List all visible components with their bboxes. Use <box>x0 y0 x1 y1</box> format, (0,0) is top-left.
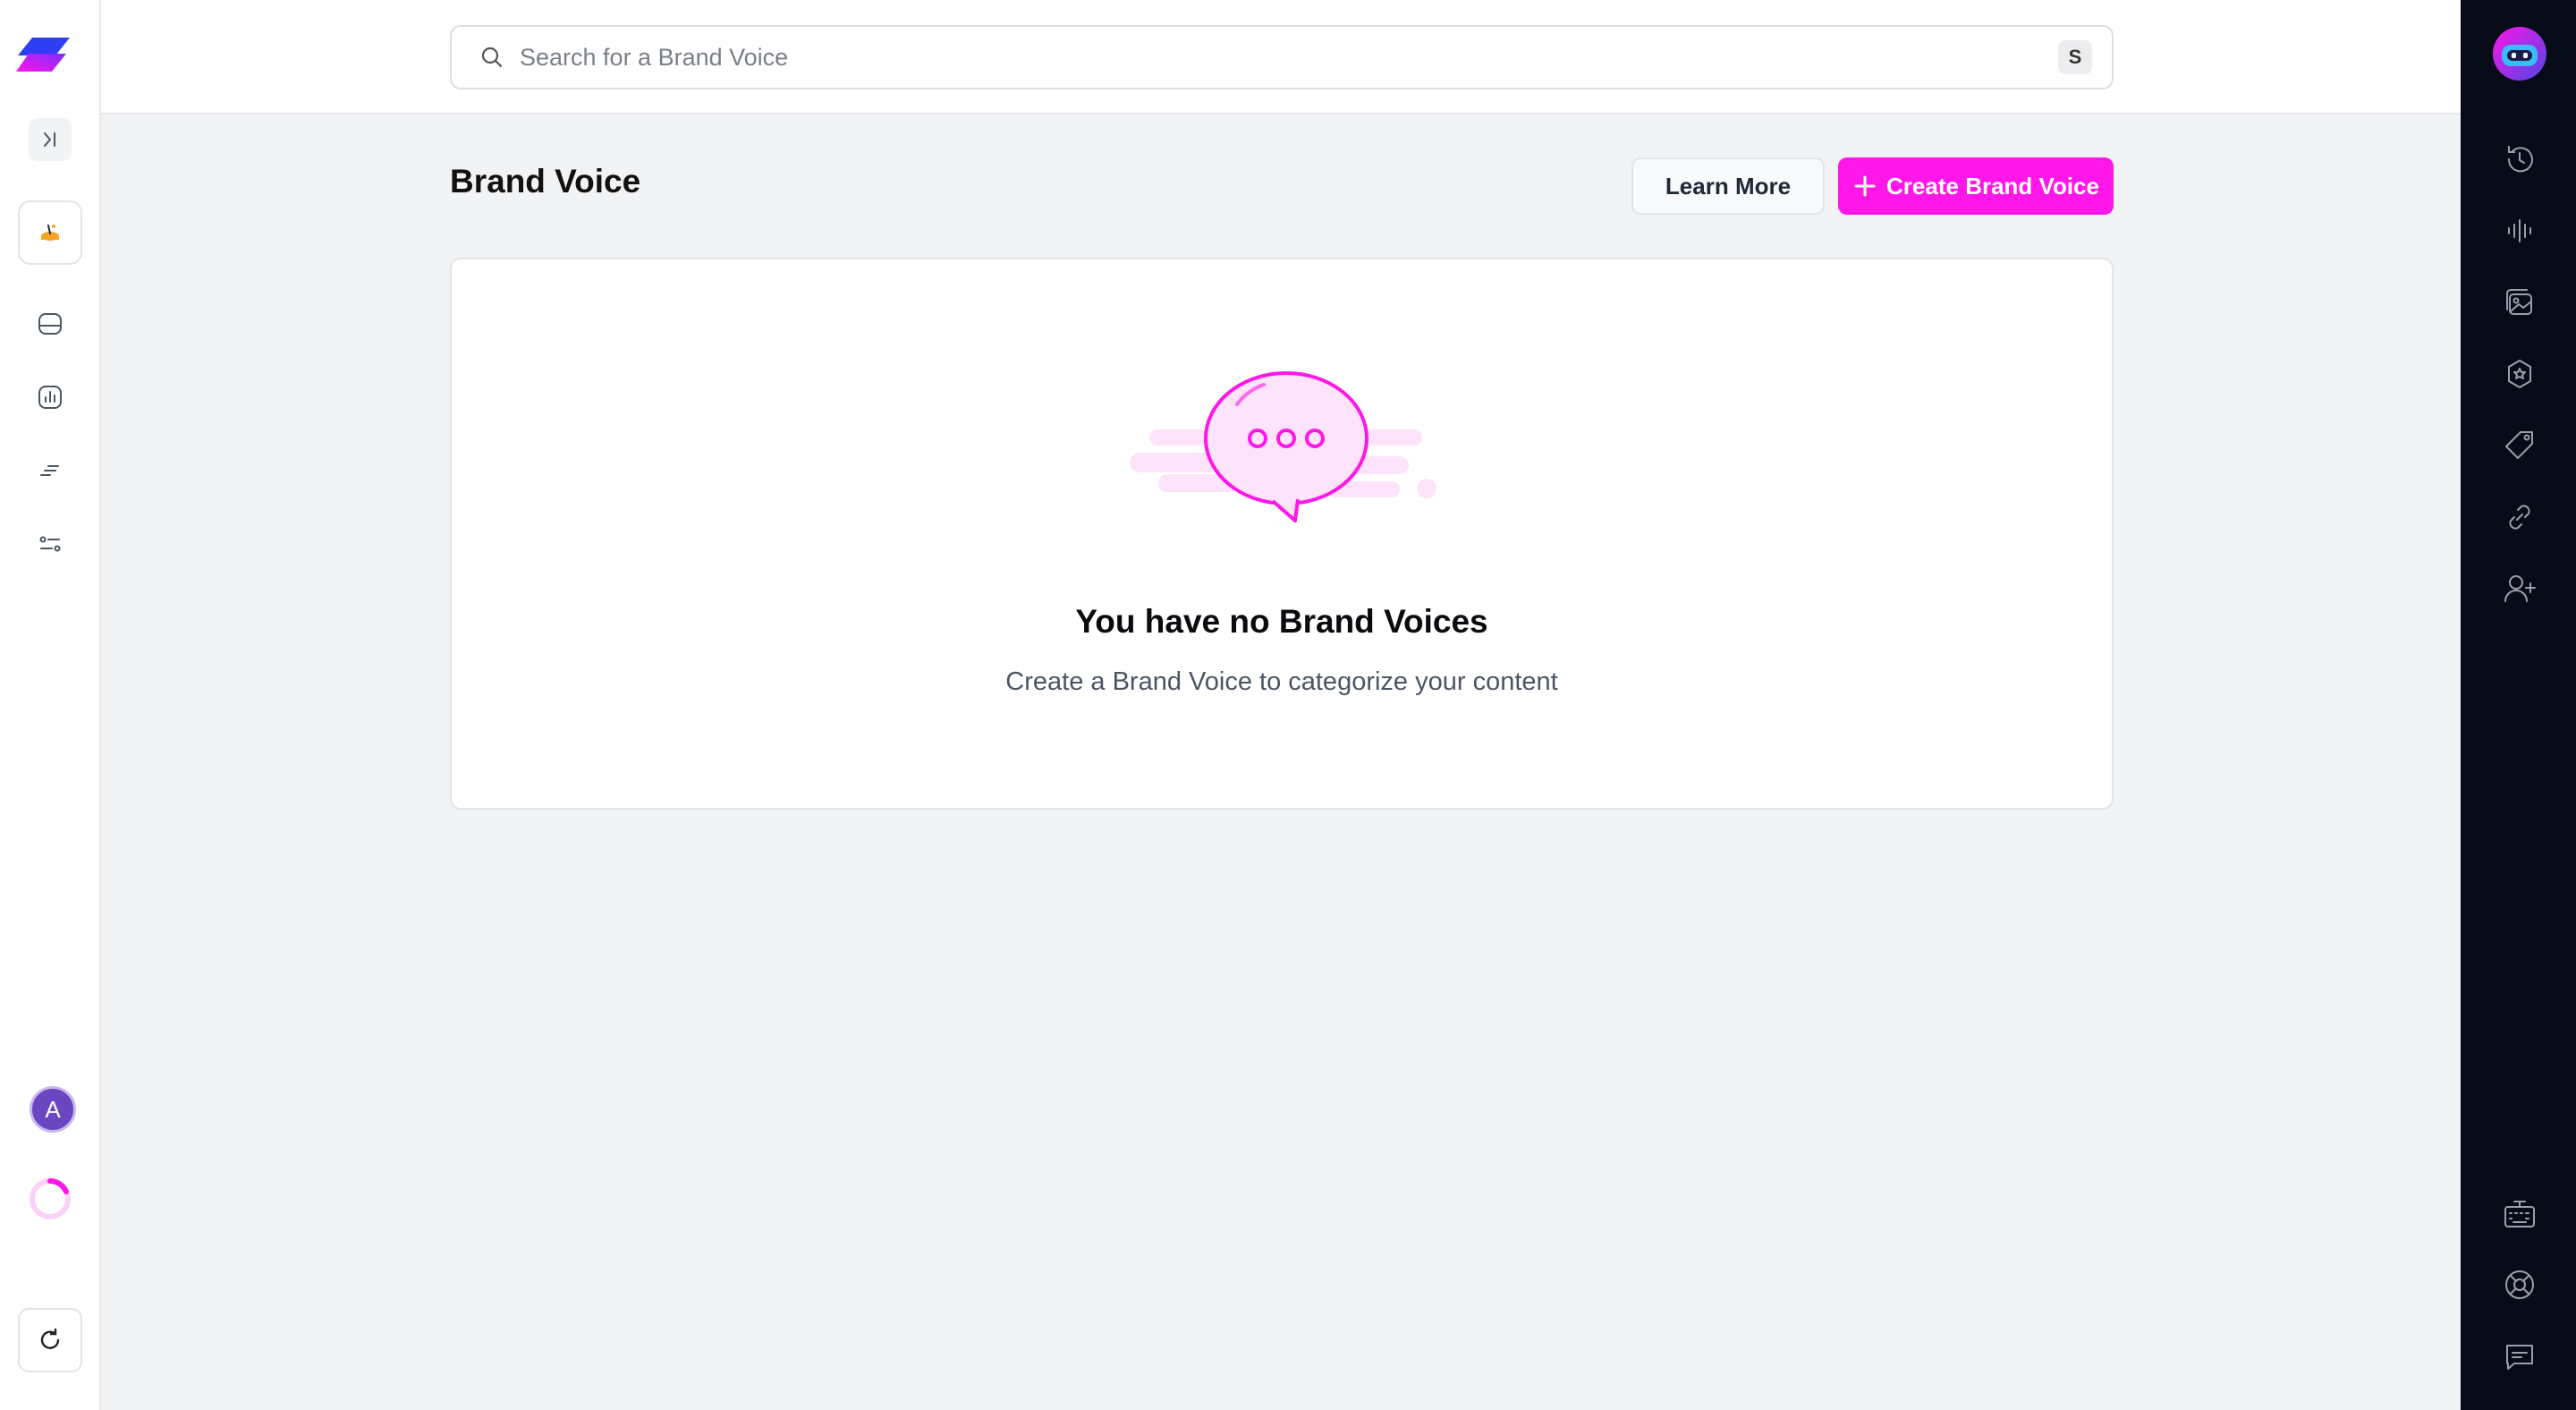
collapse-sidebar-button[interactable] <box>18 107 82 172</box>
create-brand-voice-label: Create Brand Voice <box>1886 172 2099 200</box>
badge-icon <box>2508 360 2531 388</box>
audio-button[interactable] <box>2500 211 2539 251</box>
page-title: Brand Voice <box>450 163 641 200</box>
sidebar-item-settings[interactable] <box>18 512 82 576</box>
link-icon <box>2509 505 2530 530</box>
image-gallery-icon <box>2506 289 2532 315</box>
settings-sliders-icon <box>39 536 61 552</box>
keyboard-icon <box>2504 1201 2535 1227</box>
history-button[interactable] <box>2500 140 2539 179</box>
feature-icon <box>41 225 59 241</box>
refresh-icon <box>40 1328 60 1349</box>
create-brand-voice-button[interactable]: Create Brand Voice <box>1838 157 2114 215</box>
right-rail <box>2461 0 2576 1410</box>
search-bar[interactable]: S <box>450 25 2114 89</box>
add-user-icon <box>2504 575 2536 602</box>
search-icon <box>481 47 503 68</box>
tag-button[interactable] <box>2500 426 2539 465</box>
badge-button[interactable] <box>2500 354 2539 394</box>
sidebar-item-analytics[interactable] <box>18 365 82 429</box>
assistant-avatar[interactable] <box>2491 25 2548 82</box>
sidebar-item-chat[interactable] <box>18 292 82 356</box>
chat-icon <box>38 313 62 335</box>
search-shortcut-badge: S <box>2058 40 2092 74</box>
learn-more-button[interactable]: Learn More <box>1631 157 1825 215</box>
feedback-icon <box>2506 1345 2533 1370</box>
speech-bubble-illustration <box>1123 367 1445 528</box>
empty-state-card: You have no Brand Voices Create a Brand … <box>450 258 2114 810</box>
keyboard-button[interactable] <box>2500 1195 2539 1235</box>
search-input[interactable] <box>520 30 2058 84</box>
tag-icon <box>2505 431 2533 459</box>
history-icon <box>2507 146 2533 173</box>
empty-state-title: You have no Brand Voices <box>1075 603 1488 640</box>
app-logo[interactable] <box>16 34 73 77</box>
link-button[interactable] <box>2500 497 2539 537</box>
feedback-button[interactable] <box>2500 1337 2539 1376</box>
add-user-button[interactable] <box>2500 569 2539 608</box>
image-gallery-button[interactable] <box>2500 283 2539 322</box>
help-button[interactable] <box>2500 1265 2539 1304</box>
empty-state-subtitle: Create a Brand Voice to categorize your … <box>1005 667 1558 696</box>
plus-icon <box>1854 175 1876 197</box>
audio-wave-icon <box>2508 219 2531 242</box>
left-sidebar: A <box>0 0 101 1410</box>
usage-progress-ring <box>27 1176 73 1222</box>
collapse-sidebar-icon <box>44 132 55 147</box>
refresh-button[interactable] <box>18 1308 82 1372</box>
feature-button[interactable] <box>18 200 82 265</box>
sidebar-item-text[interactable] <box>18 438 82 503</box>
analytics-icon <box>38 386 62 409</box>
top-bar: S <box>101 0 2461 115</box>
text-lines-icon <box>40 465 59 476</box>
help-lifebuoy-icon <box>2505 1270 2534 1299</box>
user-avatar[interactable]: A <box>30 1086 76 1133</box>
